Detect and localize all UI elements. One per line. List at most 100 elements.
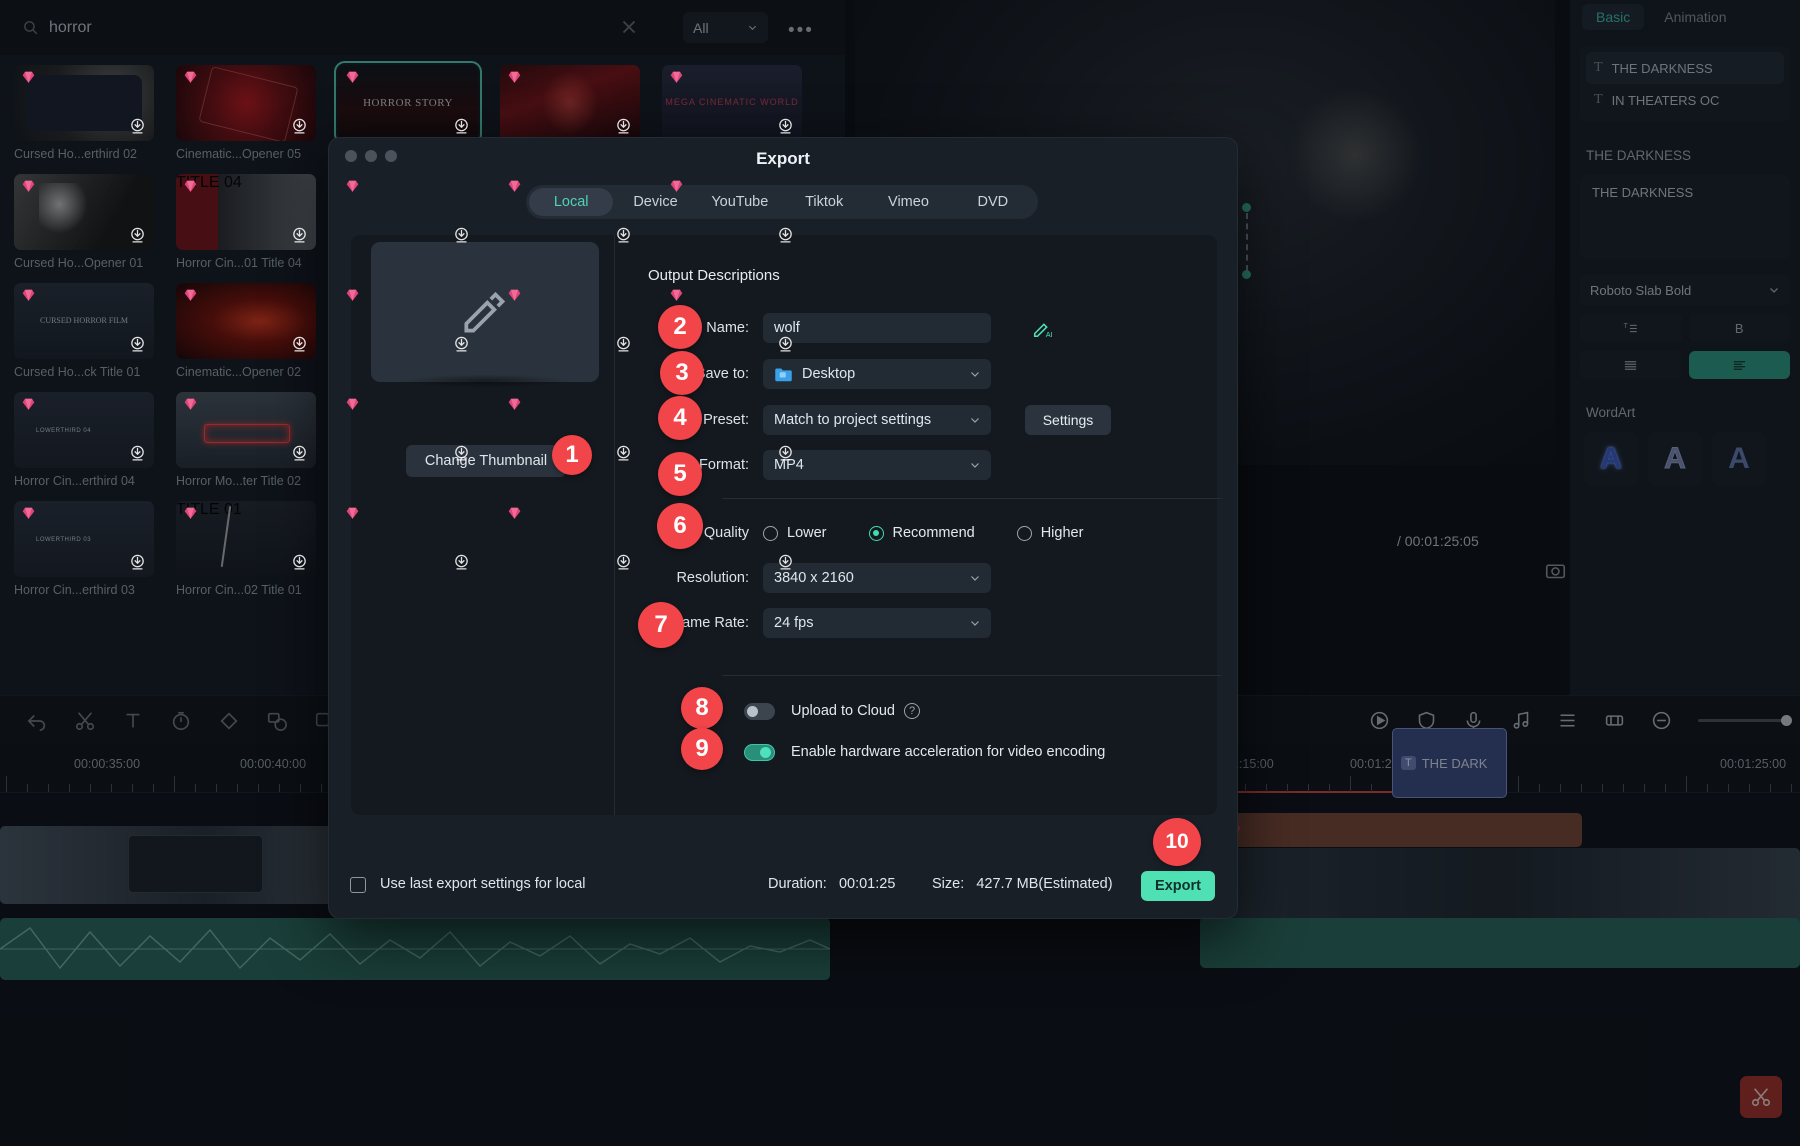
download-icon[interactable] (453, 227, 470, 244)
quality-option-higher[interactable]: Higher (1017, 525, 1084, 541)
download-icon[interactable] (291, 227, 308, 244)
gem-icon (183, 288, 198, 302)
download-icon[interactable] (453, 336, 470, 353)
gem-icon (21, 506, 36, 520)
download-icon[interactable] (129, 118, 146, 135)
chevron-down-icon (969, 617, 981, 629)
size-value: 427.7 MB(Estimated) (976, 876, 1112, 892)
gem-icon (669, 179, 684, 193)
folder-icon (774, 367, 793, 382)
download-icon[interactable] (777, 227, 794, 244)
radio-icon[interactable] (763, 526, 778, 541)
gem-icon (21, 288, 36, 302)
settings-button[interactable]: Settings (1025, 405, 1111, 435)
size-info: Size: 427.7 MB(Estimated) (932, 876, 1113, 892)
thumbnail-shadow (401, 374, 569, 388)
gem-icon (183, 506, 198, 520)
callout-badge-10: 10 (1153, 818, 1201, 866)
download-icon[interactable] (291, 118, 308, 135)
radio-icon[interactable] (1017, 526, 1032, 541)
callout-badge-5: 5 (658, 452, 702, 496)
divider-1 (722, 498, 1222, 499)
resolution-dropdown[interactable]: 3840 x 2160 (763, 563, 991, 593)
download-icon[interactable] (615, 336, 632, 353)
gem-icon (345, 288, 360, 302)
download-icon[interactable] (129, 445, 146, 462)
export-tab-youtube[interactable]: YouTube (698, 188, 782, 216)
download-icon[interactable] (777, 445, 794, 462)
callout-badge-6: 6 (657, 503, 703, 549)
use-last-settings-label: Use last export settings for local (380, 876, 586, 892)
hardware-acceleration-row: Enable hardware acceleration for video e… (744, 737, 1105, 767)
callout-badge-3: 3 (660, 351, 704, 395)
chevron-down-icon (969, 572, 981, 584)
edit-image-icon (457, 284, 513, 340)
download-icon[interactable] (615, 118, 632, 135)
download-icon[interactable] (777, 336, 794, 353)
download-icon[interactable] (777, 554, 794, 571)
app-root: horror All ••• Cursed Ho...erthird 02Cin… (0, 0, 1800, 1146)
chevron-down-icon (969, 368, 981, 380)
gem-icon (345, 70, 360, 84)
download-icon[interactable] (129, 336, 146, 353)
download-icon[interactable] (777, 118, 794, 135)
chevron-down-icon (969, 414, 981, 426)
gem-icon (183, 70, 198, 84)
download-icon[interactable] (615, 445, 632, 462)
gem-icon (507, 397, 522, 411)
chevron-down-icon (969, 459, 981, 471)
save-to-dropdown[interactable]: Desktop (763, 359, 991, 389)
download-icon[interactable] (291, 554, 308, 571)
preset-value: Match to project settings (774, 412, 931, 428)
preset-dropdown[interactable]: Match to project settings (763, 405, 991, 435)
format-dropdown[interactable]: MP4 (763, 450, 991, 480)
duration-label: Duration: (768, 876, 827, 892)
divider-2 (722, 675, 1222, 676)
thumbnail-preview[interactable] (371, 242, 599, 382)
duration-info: Duration: 00:01:25 (768, 876, 895, 892)
export-tab-vimeo[interactable]: Vimeo (866, 188, 950, 216)
gem-icon (183, 179, 198, 193)
gem-icon (345, 506, 360, 520)
download-icon[interactable] (291, 336, 308, 353)
download-icon[interactable] (129, 227, 146, 244)
gem-icon (345, 397, 360, 411)
gem-icon (21, 70, 36, 84)
gem-icon (507, 179, 522, 193)
export-target-tabs: LocalDeviceYouTubeTiktokVimeoDVD (526, 185, 1038, 219)
change-thumbnail-button[interactable]: Change Thumbnail (406, 445, 566, 477)
gem-icon (21, 179, 36, 193)
ai-pen-icon[interactable]: AI (1032, 317, 1054, 339)
export-tab-device[interactable]: Device (613, 188, 697, 216)
download-icon[interactable] (129, 554, 146, 571)
hardware-acceleration-label: Enable hardware acceleration for video e… (791, 744, 1105, 760)
gem-icon (21, 397, 36, 411)
export-button[interactable]: Export (1141, 871, 1215, 901)
download-icon[interactable] (615, 554, 632, 571)
download-icon[interactable] (453, 445, 470, 462)
quality-option-lower[interactable]: Lower (763, 525, 827, 541)
resolution-label: Resolution: (615, 570, 763, 586)
gem-icon (507, 70, 522, 84)
hardware-acceleration-toggle[interactable] (744, 744, 775, 761)
help-circle-icon[interactable]: ? (904, 703, 920, 719)
save-to-value: Desktop (802, 366, 855, 382)
quality-option-recommend[interactable]: Recommend (869, 525, 975, 541)
upload-to-cloud-toggle[interactable] (744, 703, 775, 720)
export-tab-dvd[interactable]: DVD (951, 188, 1035, 216)
download-icon[interactable] (453, 554, 470, 571)
frame-rate-dropdown[interactable]: 24 fps (763, 608, 991, 638)
use-last-settings-checkbox[interactable] (350, 877, 366, 893)
radio-icon[interactable] (869, 526, 884, 541)
gem-icon (669, 70, 684, 84)
download-icon[interactable] (453, 118, 470, 135)
duration-value: 00:01:25 (839, 876, 895, 892)
dialog-title: Export (329, 149, 1237, 169)
export-tab-tiktok[interactable]: Tiktok (782, 188, 866, 216)
gem-icon (183, 397, 198, 411)
download-icon[interactable] (291, 445, 308, 462)
name-input[interactable]: wolf (763, 313, 991, 343)
download-icon[interactable] (615, 227, 632, 244)
export-tab-local[interactable]: Local (529, 188, 613, 216)
upload-to-cloud-row: Upload to Cloud ? (744, 696, 920, 726)
